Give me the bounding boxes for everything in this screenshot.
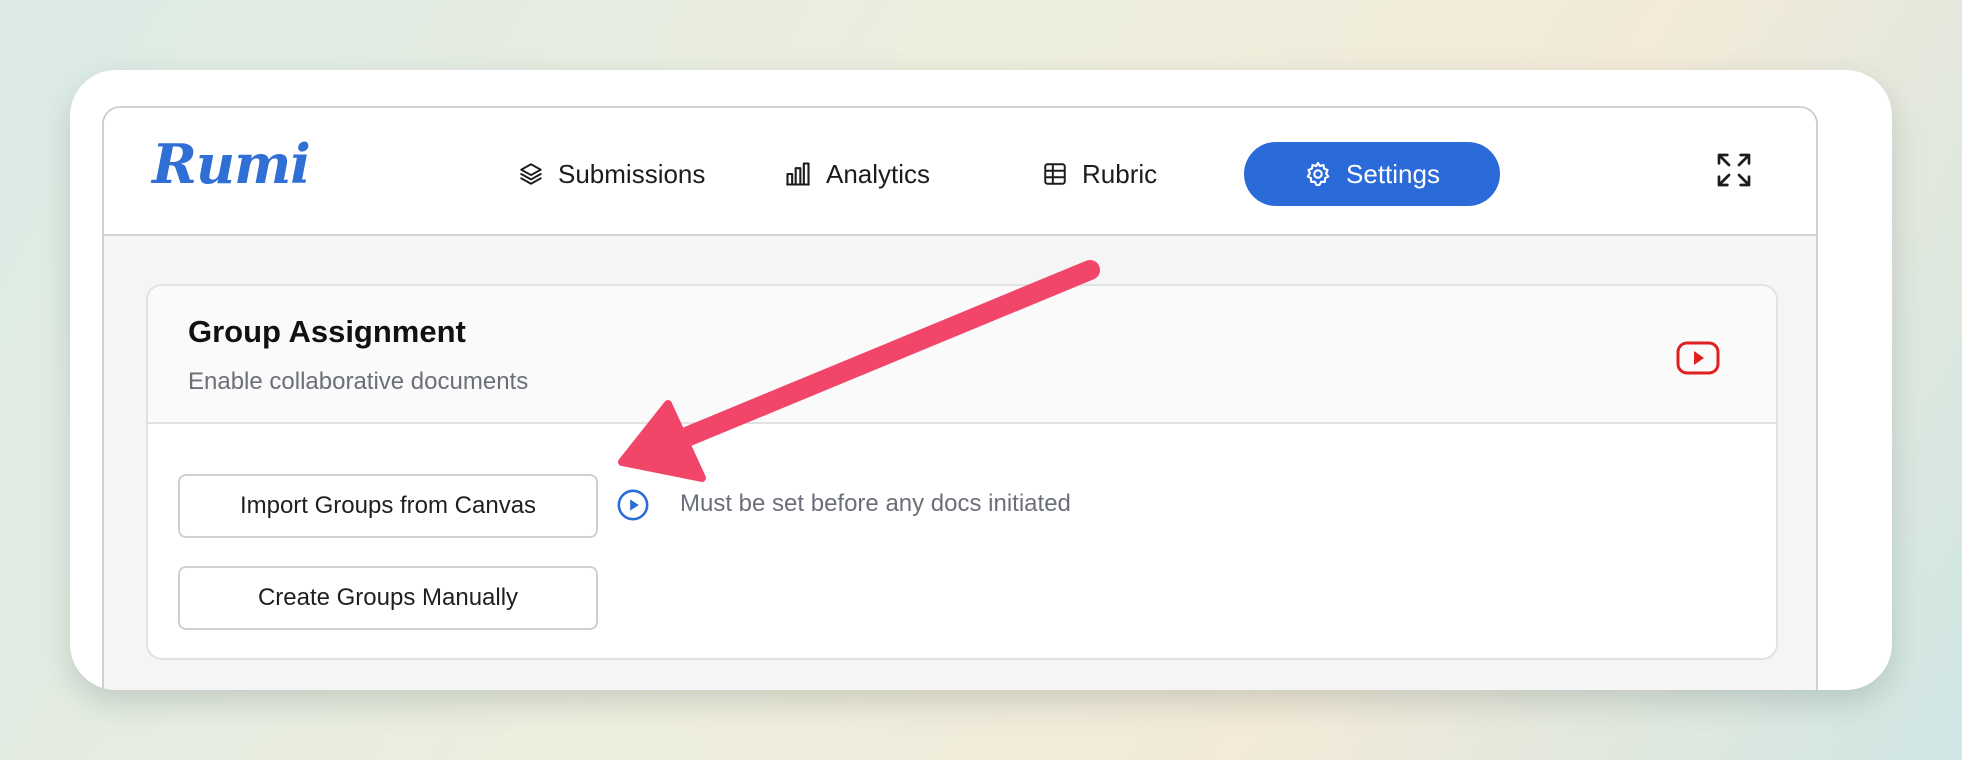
- card-title: Group Assignment: [188, 314, 466, 349]
- nav-item-analytics[interactable]: Analytics: [784, 142, 930, 206]
- top-navbar: Rumi Submissions Analytics Rubric Settin…: [104, 108, 1816, 236]
- card-header: Group Assignment Enable collaborative do…: [148, 286, 1776, 424]
- bar-chart-icon: [784, 160, 812, 188]
- fullscreen-button[interactable]: [1706, 144, 1762, 200]
- nav-item-label: Submissions: [558, 158, 706, 189]
- hint-text: Must be set before any docs initiated: [680, 490, 1071, 517]
- nav-item-submissions[interactable]: Submissions: [518, 142, 705, 206]
- group-assignment-card: Group Assignment Enable collaborative do…: [146, 284, 1778, 660]
- create-groups-manually-button[interactable]: Create Groups Manually: [178, 566, 598, 630]
- nav-item-label: Analytics: [826, 158, 931, 189]
- app-window: Rumi Submissions Analytics Rubric Settin…: [102, 106, 1818, 690]
- card-subtitle: Enable collaborative documents: [188, 368, 529, 395]
- youtube-icon: [1675, 340, 1721, 381]
- screenshot-card: Rumi Submissions Analytics Rubric Settin…: [70, 70, 1892, 690]
- video-tutorial-button[interactable]: [1668, 330, 1728, 390]
- rumi-logo: Rumi: [152, 132, 311, 196]
- nav-item-rubric[interactable]: Rubric: [1042, 142, 1157, 206]
- nav-item-label: Settings: [1346, 158, 1440, 189]
- play-circle-icon[interactable]: [616, 488, 650, 522]
- import-groups-button[interactable]: Import Groups from Canvas: [178, 474, 598, 538]
- table-icon: [1042, 161, 1068, 187]
- nav-item-settings[interactable]: Settings: [1244, 142, 1500, 206]
- layers-icon: [518, 161, 544, 187]
- expand-icon: [1714, 150, 1754, 195]
- gear-icon: [1304, 160, 1332, 188]
- nav-item-label: Rubric: [1082, 158, 1158, 189]
